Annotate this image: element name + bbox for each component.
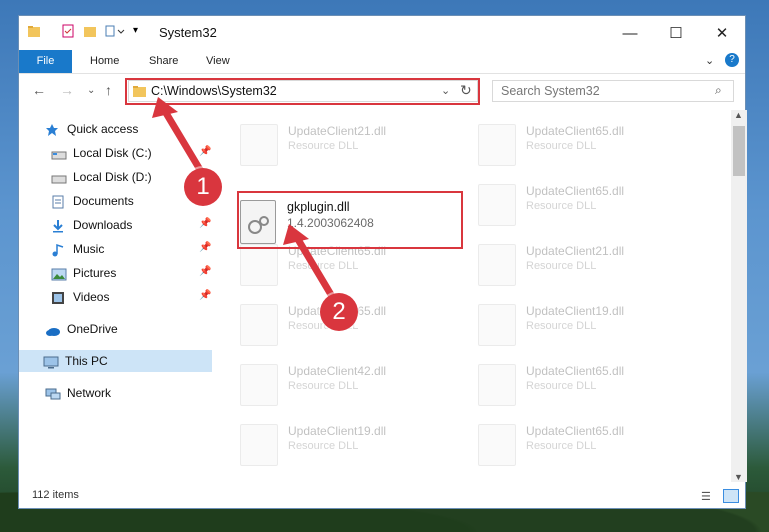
annotation-arrows (152, 97, 337, 302)
step-marker-2: 2 (320, 293, 358, 331)
step-marker-1: 1 (184, 168, 222, 206)
